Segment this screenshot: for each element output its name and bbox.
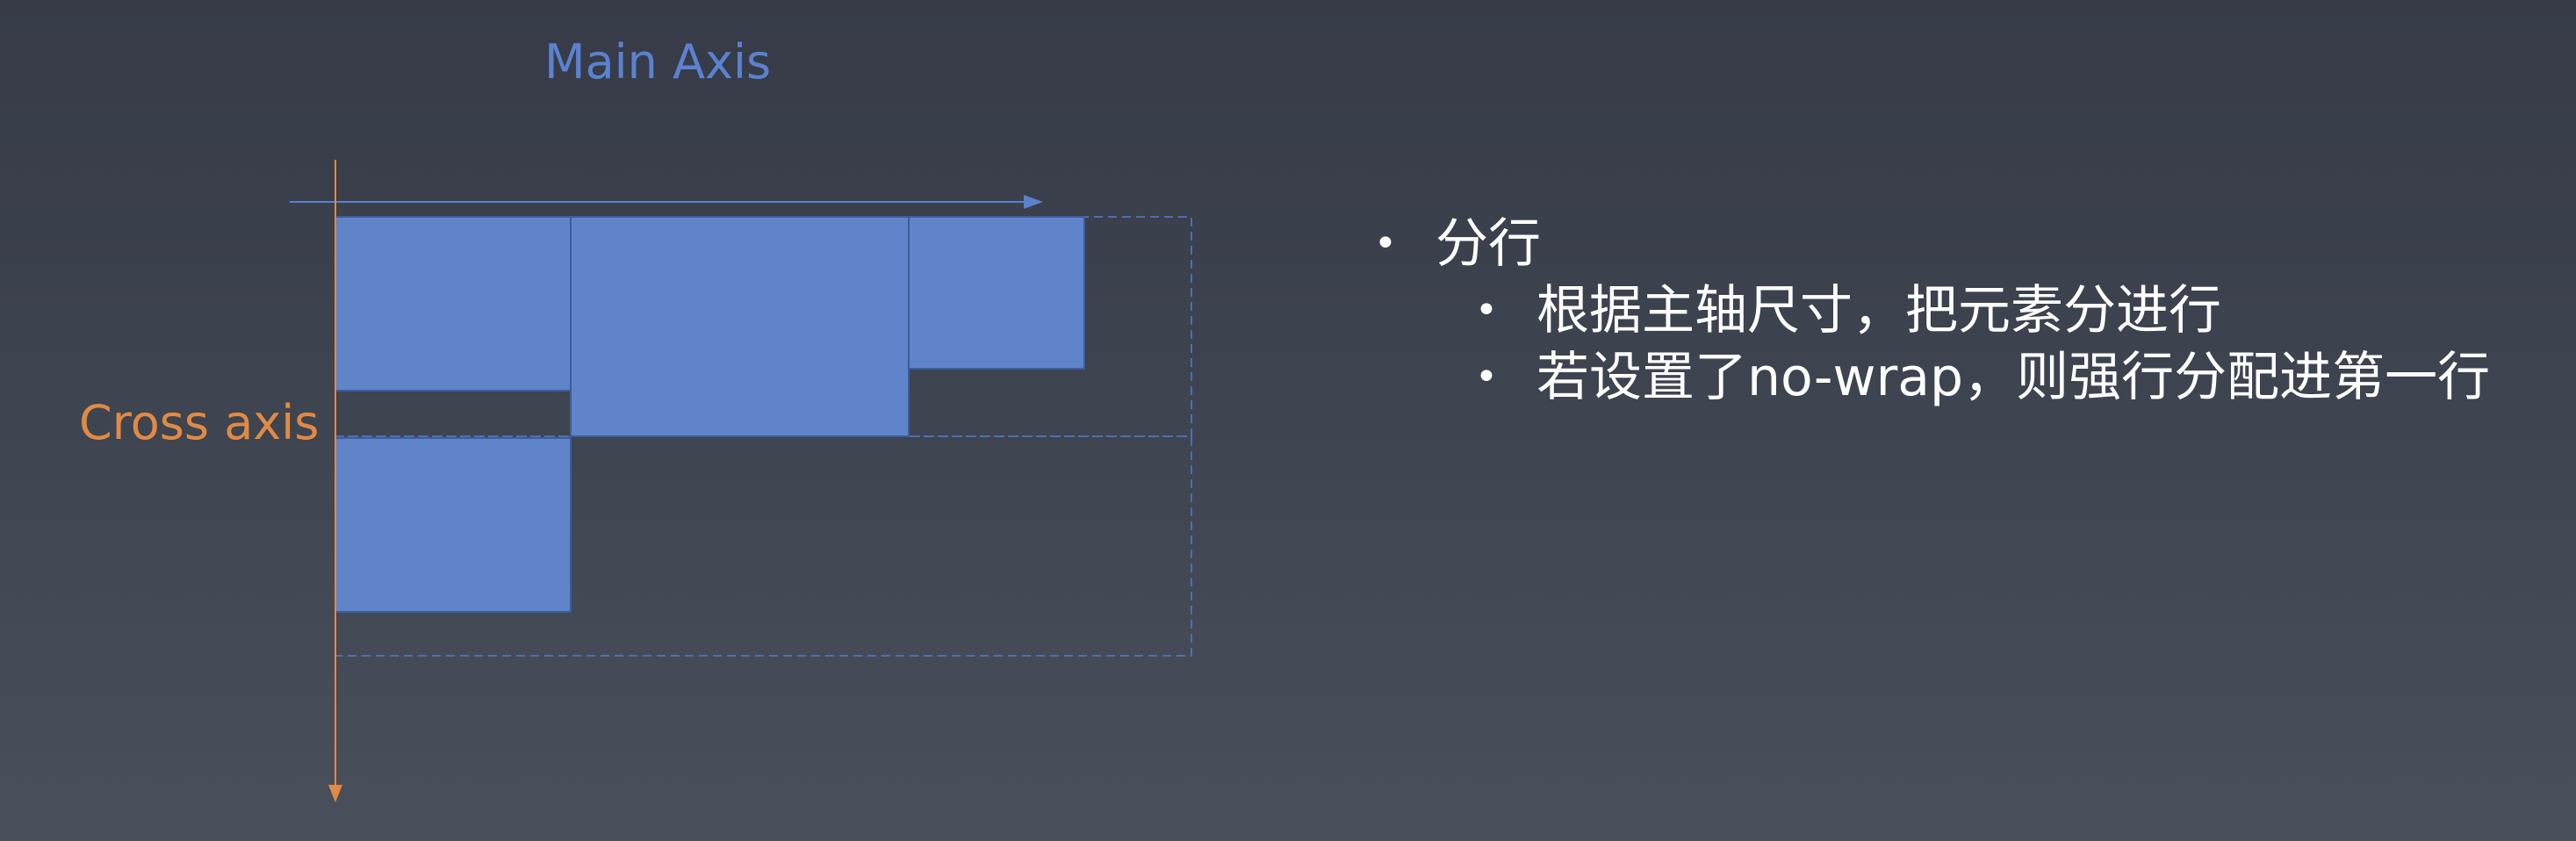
flex-item-2 [570, 216, 910, 437]
flex-wrap-diagram [290, 160, 1192, 802]
sub-bullet-text: 若设置了no-wrap，则强行分配进第一行 [1536, 347, 2491, 408]
cross-axis-arrowhead [328, 785, 342, 802]
bullet-item-text: 分行 [1436, 213, 1541, 275]
cross-axis-label: Cross axis [79, 395, 320, 450]
sub-bullet-container: 根据主轴尺寸，把元素分进行 若设置了no-wrap，则强行分配进第一行 [1374, 277, 2542, 411]
slide: Main Axis Cross axis 分行 根据主轴尺寸，把元素分进行 若设… [0, 0, 2576, 841]
main-axis-label: Main Axis [544, 34, 772, 90]
bullet-item-wrap: 分行 [1374, 211, 2542, 277]
sub-bullet-item-2: 若设置了no-wrap，则强行分配进第一行 [1475, 344, 2542, 411]
flex-item-1 [335, 216, 572, 392]
main-axis-arrowhead [1024, 195, 1043, 209]
flex-item-3 [908, 216, 1085, 370]
sub-bullet-text: 根据主轴尺寸，把元素分进行 [1536, 280, 2221, 341]
sub-bullet-list: 根据主轴尺寸，把元素分进行 若设置了no-wrap，则强行分配进第一行 [1374, 277, 2542, 411]
sub-bullet-item-1: 根据主轴尺寸，把元素分进行 [1475, 277, 2542, 344]
bullet-list: 分行 根据主轴尺寸，把元素分进行 若设置了no-wrap，则强行分配进第一行 [1374, 211, 2542, 411]
flex-item-4 [335, 437, 572, 613]
